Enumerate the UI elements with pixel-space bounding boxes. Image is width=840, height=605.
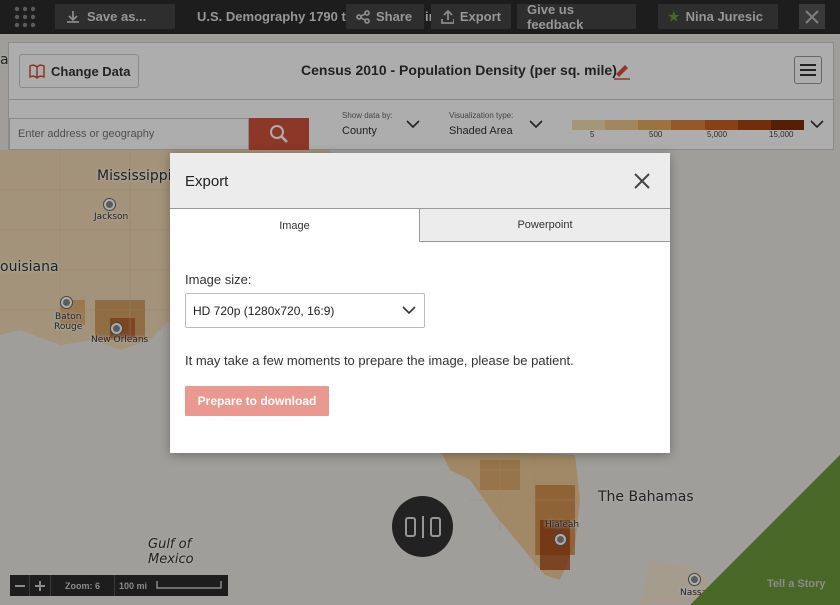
image-size-select[interactable]: HD 720p (1280x720, 16:9): [185, 293, 425, 328]
dialog-header: Export: [170, 153, 670, 208]
image-size-value: HD 720p (1280x720, 16:9): [193, 303, 335, 318]
close-icon[interactable]: [632, 171, 652, 191]
chevron-down-icon: [402, 306, 416, 315]
dialog-title: Export: [185, 173, 229, 190]
image-size-label: Image size:: [185, 272, 252, 287]
tab-powerpoint[interactable]: Powerpoint: [420, 208, 670, 242]
export-dialog: Export Image Powerpoint Image size: HD 7…: [170, 153, 670, 453]
tab-image[interactable]: Image: [170, 208, 420, 242]
patience-message: It may take a few moments to prepare the…: [185, 353, 574, 368]
prepare-download-button[interactable]: Prepare to download: [185, 386, 329, 416]
